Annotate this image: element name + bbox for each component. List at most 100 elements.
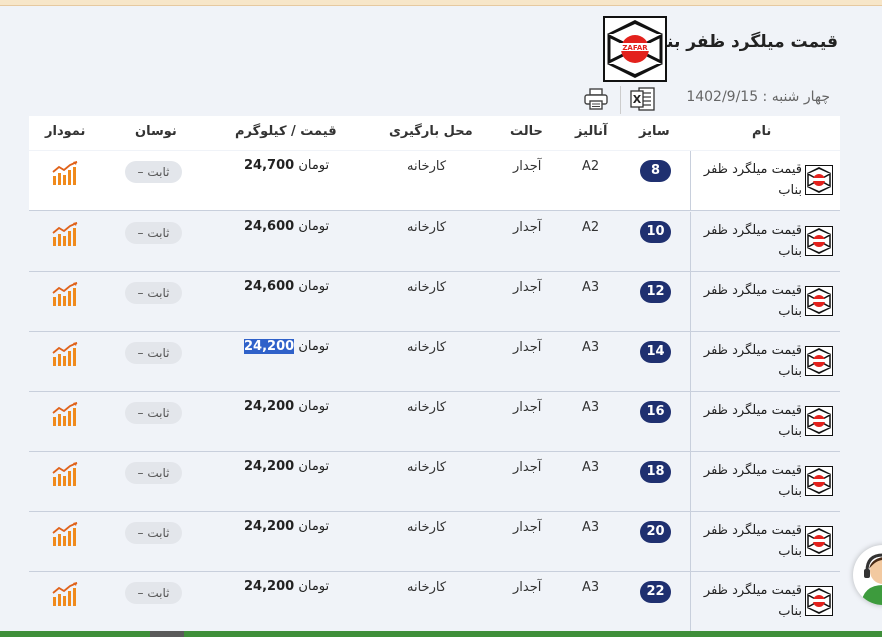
chart-icon[interactable] (51, 401, 79, 427)
date-label: چهار شنبه : 1402/9/15 (686, 89, 830, 105)
table-row: قیمت میلگرد ظفر بناب 10 A2 آجدار کارخانه… (29, 212, 840, 272)
support-chat-avatar[interactable] (853, 545, 882, 605)
svg-text:ZAFAR: ZAFAR (622, 44, 648, 52)
state-cell: آجدار (513, 520, 542, 535)
price-cell: تومان 24,600 (244, 219, 329, 234)
column-divider (690, 272, 691, 331)
fluctuation-badge: ثابت – (125, 462, 182, 484)
analysis-cell: A3 (582, 520, 600, 535)
product-name[interactable]: قیمت میلگرد ظفر بناب (692, 159, 802, 201)
chart-icon[interactable] (51, 461, 79, 487)
price-value: 24,200 (244, 399, 295, 414)
zafar-logo-icon (805, 586, 833, 616)
location-cell: کارخانه (407, 400, 447, 415)
column-divider (690, 212, 691, 271)
price-value: 24,200 (244, 519, 295, 534)
size-badge: 14 (640, 341, 671, 363)
location-cell: کارخانه (407, 159, 447, 174)
product-name[interactable]: قیمت میلگرد ظفر بناب (692, 340, 802, 382)
analysis-cell: A2 (582, 220, 600, 235)
analysis-cell: A3 (582, 280, 600, 295)
state-cell: آجدار (513, 280, 542, 295)
table-row: قیمت میلگرد ظفر بناب 12 A3 آجدار کارخانه… (29, 272, 840, 332)
column-divider (690, 332, 691, 391)
table-row: قیمت میلگرد ظفر بناب 20 A3 آجدار کارخانه… (29, 512, 840, 572)
table-header: نام سایز آنالیز حالت محل بارگیری قیمت / … (29, 116, 840, 150)
size-badge: 12 (640, 281, 671, 303)
fluctuation-badge: ثابت – (125, 342, 182, 364)
zafar-logo-icon (805, 346, 833, 376)
col-analysis: آنالیز (575, 124, 608, 139)
table-row: قیمت میلگرد ظفر بناب 8 A2 آجدار کارخانه … (29, 151, 840, 211)
zafar-logo-icon (805, 286, 833, 316)
price-unit: تومان (298, 158, 330, 173)
col-location: محل بارگیری (389, 124, 473, 139)
state-cell: آجدار (513, 580, 542, 595)
state-cell: آجدار (513, 400, 542, 415)
price-value: 24,600 (244, 279, 295, 294)
analysis-cell: A2 (582, 159, 600, 174)
column-divider (690, 572, 691, 631)
price-unit: تومان (298, 519, 330, 534)
size-badge: 22 (640, 581, 671, 603)
page-title: قیمت میلگرد ظفر بناب (643, 32, 838, 52)
analysis-cell: A3 (582, 400, 600, 415)
product-name[interactable]: قیمت میلگرد ظفر بناب (692, 460, 802, 502)
product-name[interactable]: قیمت میلگرد ظفر بناب (692, 220, 802, 262)
table-row: قیمت میلگرد ظفر بناب 16 A3 آجدار کارخانه… (29, 392, 840, 452)
size-badge: 8 (640, 160, 671, 182)
product-name[interactable]: قیمت میلگرد ظفر بناب (692, 280, 802, 322)
price-cell: تومان 24,200 (244, 459, 329, 474)
price-value: 24,200 (244, 579, 295, 594)
chart-icon[interactable] (51, 341, 79, 367)
fluctuation-badge: ثابت – (125, 402, 182, 424)
chart-icon[interactable] (51, 581, 79, 607)
col-size: سایز (639, 124, 670, 139)
table-row: قیمت میلگرد ظفر بناب 18 A3 آجدار کارخانه… (29, 452, 840, 512)
chart-icon[interactable] (51, 221, 79, 247)
col-state: حالت (510, 124, 543, 139)
price-unit: تومان (298, 579, 330, 594)
top-border (0, 0, 882, 6)
fluctuation-badge: ثابت – (125, 582, 182, 604)
excel-export-icon[interactable]: X (630, 86, 656, 112)
price-unit: تومان (298, 399, 330, 414)
state-cell: آجدار (513, 220, 542, 235)
support-agent-icon (861, 553, 882, 605)
column-divider (690, 151, 691, 210)
col-chart: نمودار (45, 124, 86, 139)
price-value: 24,600 (244, 219, 295, 234)
price-value: 24,700 (244, 158, 295, 173)
analysis-cell: A3 (582, 580, 600, 595)
price-cell: تومان 24,200 (244, 519, 329, 534)
product-name[interactable]: قیمت میلگرد ظفر بناب (692, 580, 802, 622)
svg-text:X: X (633, 93, 642, 106)
price-value: 24,200 (244, 339, 295, 354)
chart-icon[interactable] (51, 160, 79, 186)
location-cell: کارخانه (407, 520, 447, 535)
fluctuation-badge: ثابت – (125, 161, 182, 183)
chart-icon[interactable] (51, 521, 79, 547)
price-unit: تومان (298, 279, 330, 294)
fluctuation-badge: ثابت – (125, 222, 182, 244)
column-divider (690, 512, 691, 571)
product-name[interactable]: قیمت میلگرد ظفر بناب (692, 520, 802, 562)
location-cell: کارخانه (407, 460, 447, 475)
chart-icon[interactable] (51, 281, 79, 307)
analysis-cell: A3 (582, 460, 600, 475)
price-cell: تومان 24,600 (244, 279, 329, 294)
price-cell: تومان 24,200 (244, 579, 329, 594)
printer-icon[interactable] (584, 88, 608, 110)
fluctuation-badge: ثابت – (125, 522, 182, 544)
location-cell: کارخانه (407, 580, 447, 595)
zafar-logo-icon (805, 526, 833, 556)
price-unit: تومان (298, 459, 330, 474)
product-name[interactable]: قیمت میلگرد ظفر بناب (692, 400, 802, 442)
col-fluctuation: نوسان (135, 124, 177, 139)
zafar-logo-icon (805, 165, 833, 195)
price-cell: تومان 24,200 (244, 339, 329, 354)
zafar-logo-icon (805, 466, 833, 496)
size-badge: 18 (640, 461, 671, 483)
bottom-bar (0, 631, 882, 637)
size-badge: 16 (640, 401, 671, 423)
